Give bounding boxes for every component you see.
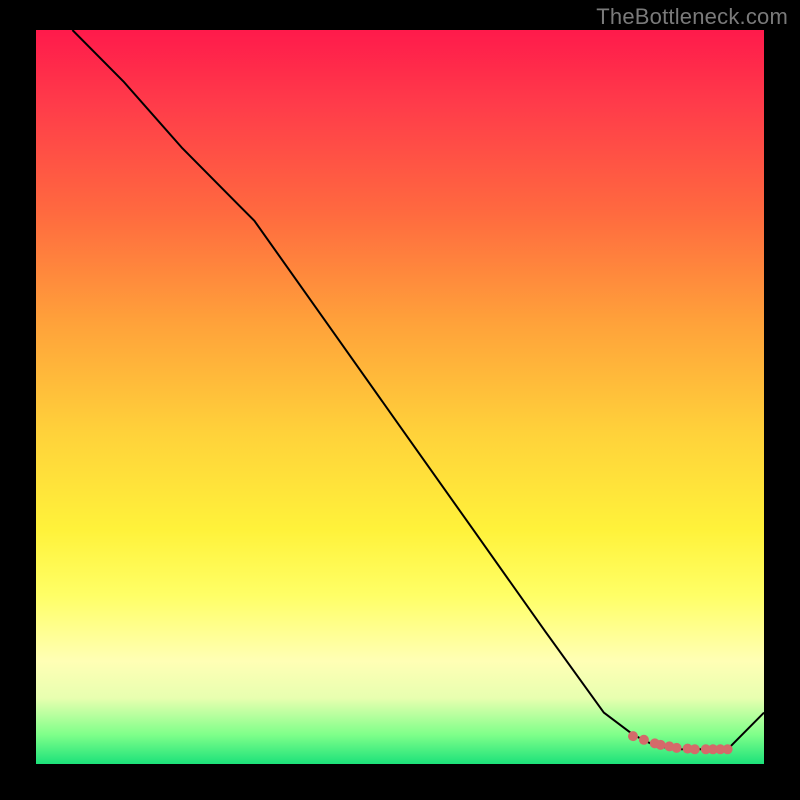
- watermark-text: TheBottleneck.com: [596, 4, 788, 30]
- chart-root: TheBottleneck.com: [0, 0, 800, 800]
- gradient-plot-area: [36, 30, 764, 764]
